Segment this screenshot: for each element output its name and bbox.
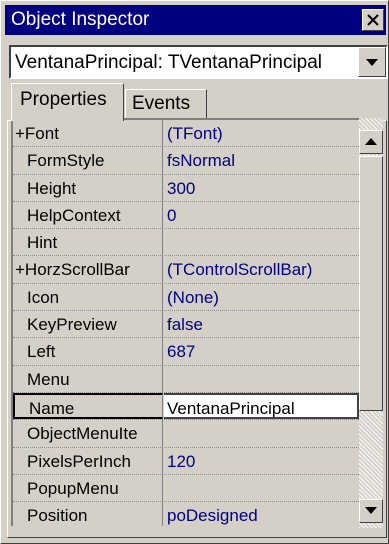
tab-properties[interactable]: Properties	[11, 83, 124, 121]
property-name: PopupMenu	[27, 478, 119, 498]
property-value: 300	[167, 178, 196, 198]
property-name-cell[interactable]: Menu	[13, 365, 163, 392]
property-name-cell[interactable]: PixelsPerInch	[13, 447, 163, 474]
property-value-cell[interactable]: (None)	[164, 284, 359, 310]
property-value-cell[interactable]	[164, 420, 359, 446]
tab-events[interactable]: Events	[125, 89, 207, 121]
property-name: +HorzScrollBar	[15, 260, 130, 280]
property-row[interactable]: PopupMenu	[13, 474, 359, 503]
property-name: Position	[27, 506, 88, 526]
property-value-cell[interactable]	[164, 475, 359, 501]
property-value-cell[interactable]: 687	[164, 338, 359, 364]
property-name: Hint	[27, 233, 58, 253]
property-row[interactable]: Hint	[13, 229, 359, 257]
property-value-cell[interactable]: false	[164, 311, 359, 337]
property-name-cell[interactable]: Position	[13, 502, 163, 526]
property-name-cell[interactable]: ObjectMenuIte	[13, 420, 163, 447]
property-name-cell[interactable]: Height	[13, 174, 163, 201]
property-value: poDesigned	[167, 506, 258, 526]
property-row[interactable]: FormStyle fsNormal	[13, 147, 359, 175]
property-value-cell[interactable]: (TFont)	[164, 120, 359, 146]
property-value-cell[interactable]: 0	[164, 202, 359, 228]
property-name: +Font	[15, 124, 59, 143]
property-value-cell[interactable]	[164, 229, 359, 255]
arrow-up-icon	[365, 138, 377, 145]
property-value: false	[167, 315, 203, 335]
property-row[interactable]: HelpContext 0	[13, 201, 359, 230]
title-bar[interactable]: Object Inspector	[5, 5, 386, 35]
property-row[interactable]: Height 300	[13, 174, 359, 202]
property-value: 687	[167, 342, 196, 362]
scroll-down-button[interactable]	[359, 499, 383, 523]
property-name: FormStyle	[27, 151, 105, 171]
property-value: (None)	[167, 287, 219, 307]
property-value: 120	[167, 451, 196, 471]
property-value-cell[interactable]: poDesigned	[164, 502, 359, 526]
property-name-cell[interactable]: +Font	[13, 120, 163, 147]
tab-properties-label: Properties	[20, 89, 107, 110]
object-selector-dropdown-button[interactable]	[358, 47, 386, 77]
object-selector-value: VentanaPrincipal: TVentanaPrincipal	[15, 52, 323, 73]
property-row[interactable]: +Font (TFont)	[13, 120, 359, 148]
property-row[interactable]: Menu	[13, 365, 359, 393]
property-name-cell[interactable]: Icon	[13, 283, 163, 311]
property-name: HelpContext	[27, 205, 121, 225]
close-button[interactable]	[362, 9, 384, 31]
property-row[interactable]: KeyPreview false	[13, 311, 359, 339]
property-value-cell[interactable]: fsNormal	[164, 147, 359, 173]
property-row[interactable]: PixelsPerInch 120	[13, 447, 359, 475]
scroll-up-button[interactable]	[359, 130, 383, 154]
arrow-down-icon	[365, 507, 377, 514]
property-row[interactable]: Icon (None)	[13, 283, 359, 312]
property-name: KeyPreview	[27, 315, 117, 335]
chevron-down-icon	[366, 59, 378, 66]
property-row[interactable]: Name VentanaPrincipal	[13, 392, 359, 421]
object-inspector-window: Object Inspector VentanaPrincipal: TVent…	[0, 0, 389, 544]
property-value: fsNormal	[167, 151, 236, 171]
property-value-cell[interactable]: (TControlScrollBar)	[164, 256, 359, 282]
property-value: (TFont)	[167, 124, 223, 143]
vertical-scrollbar[interactable]	[359, 118, 383, 528]
object-selector[interactable]: VentanaPrincipal: TVentanaPrincipal	[9, 45, 388, 79]
property-row[interactable]: Position poDesigned	[13, 502, 359, 526]
property-value-editor[interactable]: VentanaPrincipal	[164, 392, 359, 420]
property-name: Icon	[27, 287, 60, 307]
property-name-cell[interactable]: Left	[13, 338, 163, 365]
tab-events-label: Events	[132, 93, 191, 114]
property-name-cell[interactable]: KeyPreview	[13, 311, 163, 338]
window-title: Object Inspector	[11, 9, 150, 30]
property-name: PixelsPerInch	[27, 451, 131, 471]
scroll-thumb[interactable]	[359, 156, 383, 411]
property-name-cell[interactable]: PopupMenu	[13, 474, 163, 502]
property-name: Height	[27, 178, 77, 198]
property-grid: +Font (TFont) FormStyle fsNormal Height 300 He…	[11, 118, 359, 526]
property-name: Menu	[27, 369, 70, 389]
property-value: 0	[167, 205, 177, 225]
property-name-cell[interactable]: HelpContext	[13, 201, 163, 229]
property-row[interactable]: +HorzScrollBar (TControlScrollBar)	[13, 256, 359, 284]
property-value: (TControlScrollBar)	[167, 260, 313, 280]
close-icon	[367, 14, 379, 26]
property-row[interactable]: ObjectMenuIte	[13, 420, 359, 448]
property-value-cell[interactable]: 120	[164, 448, 359, 474]
property-value-cell[interactable]	[164, 366, 359, 392]
property-name-cell[interactable]: +HorzScrollBar	[13, 256, 163, 283]
property-row[interactable]: Left 687	[13, 338, 359, 366]
property-name-cell[interactable]: Name	[13, 392, 163, 420]
property-value: VentanaPrincipal	[167, 398, 295, 418]
property-name: Left	[27, 342, 56, 362]
property-name: ObjectMenuIte	[27, 424, 138, 444]
property-value-cell[interactable]: 300	[164, 175, 359, 201]
property-name-cell[interactable]: FormStyle	[13, 147, 163, 174]
property-name: Name	[29, 398, 75, 418]
property-name-cell[interactable]: Hint	[13, 229, 163, 256]
